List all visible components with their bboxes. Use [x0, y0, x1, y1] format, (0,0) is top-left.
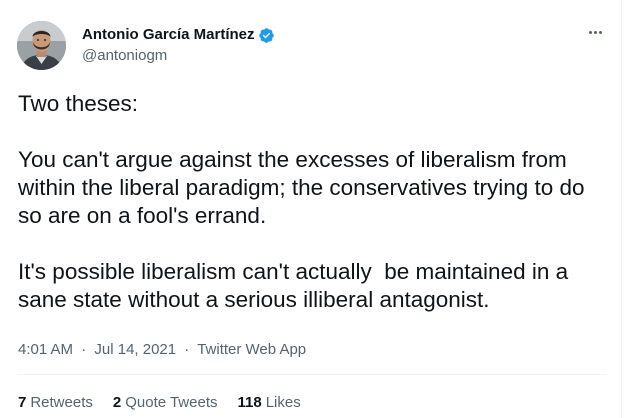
author-name-row[interactable]: Antonio García Martínez: [82, 25, 275, 45]
likes-stat[interactable]: 118 Likes: [238, 393, 301, 413]
tweet-text: Two theses: You can't argue against the …: [18, 91, 585, 312]
more-dot: [588, 30, 592, 34]
retweets-label: Retweets: [30, 394, 93, 411]
tweet-stats: 7 Retweets 2 Quote Tweets 118 Likes: [18, 393, 321, 413]
verified-badge-icon: [258, 27, 275, 44]
more-dot: [593, 30, 597, 34]
likes-label: Likes: [265, 394, 301, 411]
tweet-time[interactable]: 4:01 AM: [18, 341, 73, 358]
more-dot: [598, 30, 602, 34]
avatar[interactable]: [17, 21, 66, 70]
author-info: Antonio García Martínez @antoniogm: [82, 25, 275, 66]
divider: [18, 374, 606, 375]
author-display-name[interactable]: Antonio García Martínez: [82, 25, 255, 45]
retweets-stat[interactable]: 7 Retweets: [18, 393, 93, 413]
retweets-count: 7: [18, 394, 27, 411]
meta-separator: ·: [81, 341, 87, 358]
author-handle[interactable]: @antoniogm: [82, 46, 275, 66]
quote-tweets-label: Quote Tweets: [125, 394, 218, 411]
likes-count: 118: [237, 394, 262, 411]
tweet-date[interactable]: Jul 14, 2021: [94, 341, 176, 358]
tweet-source-link[interactable]: Twitter Web App: [197, 341, 306, 358]
quote-tweets-count: 2: [112, 394, 122, 411]
tweet-metadata: 4:01 AM · Jul 14, 2021 · Twitter Web App: [18, 340, 306, 360]
more-options-icon[interactable]: [585, 24, 605, 40]
tweet-card: Antonio García Martínez @antoniogm Two t…: [0, 0, 622, 418]
quote-tweets-stat[interactable]: 2 Quote Tweets: [113, 393, 218, 413]
meta-separator: ·: [184, 341, 190, 358]
